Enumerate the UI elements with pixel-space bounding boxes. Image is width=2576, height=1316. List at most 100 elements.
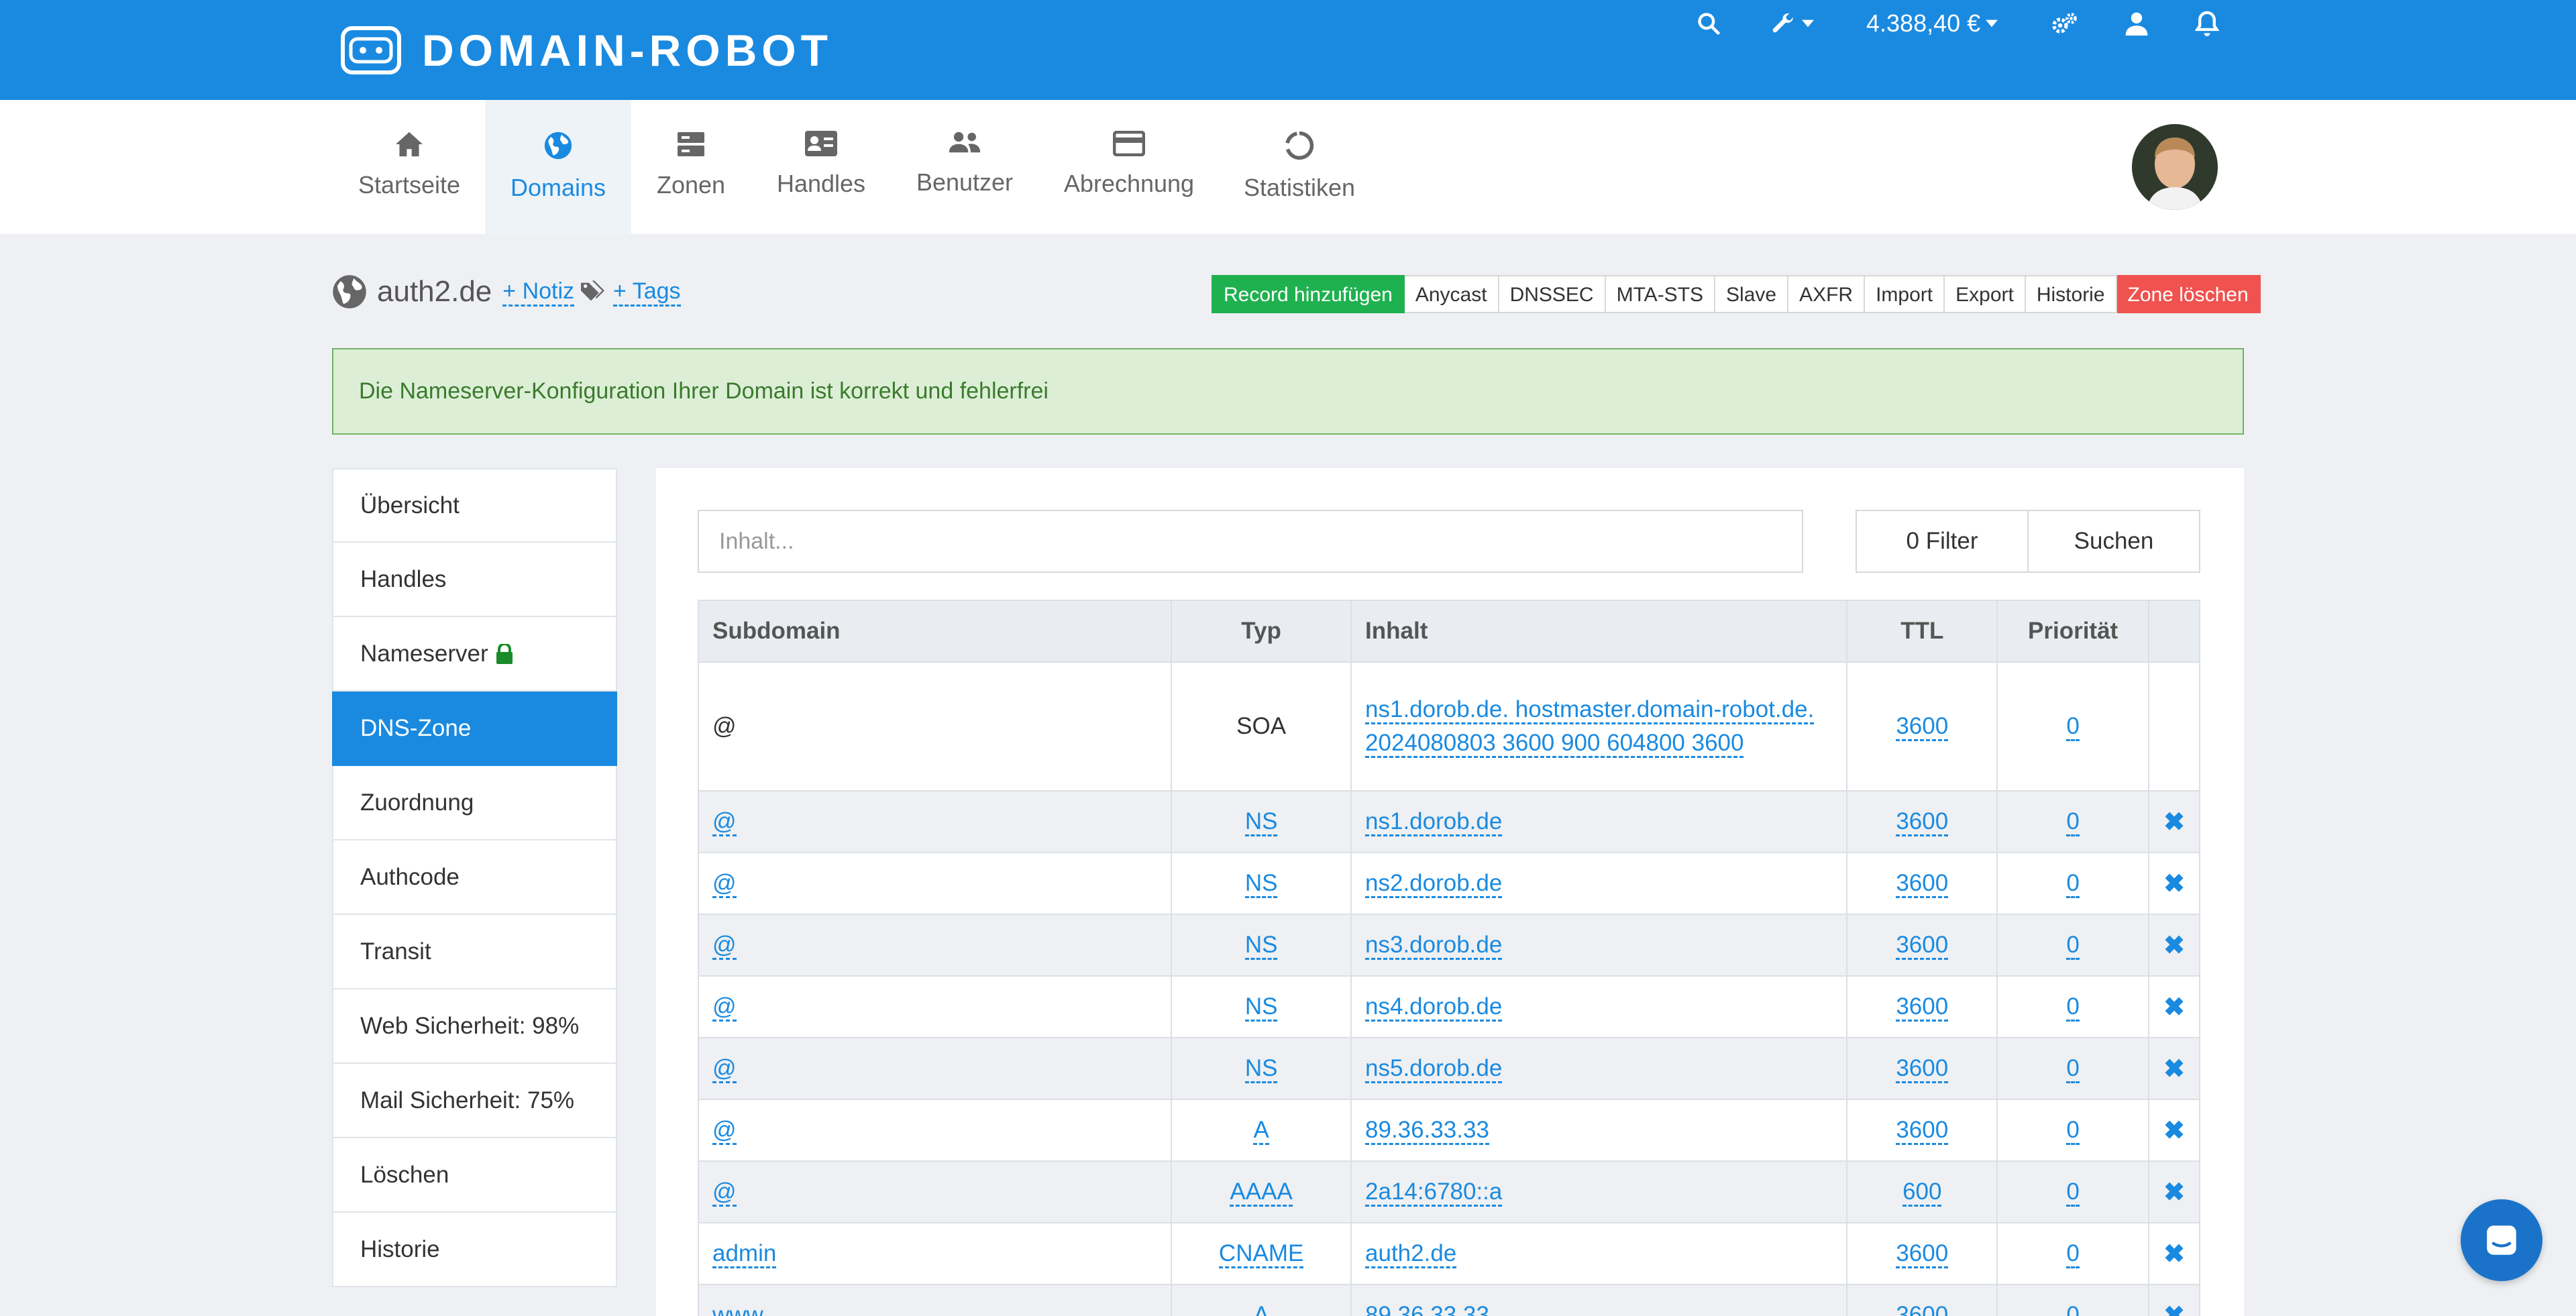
delete-zone-button[interactable]: Zone löschen: [2116, 275, 2261, 313]
record-subdomain[interactable]: @: [712, 932, 737, 960]
add-tags-link[interactable]: + Tags: [613, 278, 681, 307]
sidebar-item-uebersicht[interactable]: Übersicht: [332, 468, 617, 543]
sidebar-item-web-security[interactable]: Web Sicherheit: 98%: [332, 989, 617, 1064]
record-subdomain[interactable]: @: [712, 870, 737, 898]
delete-record-icon[interactable]: ✖: [2163, 1302, 2185, 1316]
record-priority[interactable]: 0: [2066, 1117, 2080, 1145]
record-ttl[interactable]: 3600: [1896, 1117, 1949, 1145]
nav-item-handles[interactable]: Handles: [758, 100, 884, 234]
delete-record-icon[interactable]: ✖: [2163, 932, 2185, 960]
record-type[interactable]: CNAME: [1218, 1240, 1304, 1268]
record-type[interactable]: NS: [1244, 808, 1278, 836]
export-button[interactable]: Export: [1945, 275, 2026, 313]
record-ttl[interactable]: 3600: [1896, 870, 1949, 898]
nav-item-zonen[interactable]: Zonen: [635, 100, 747, 234]
dnssec-button[interactable]: DNSSEC: [1499, 275, 1606, 313]
delete-record-icon[interactable]: ✖: [2163, 993, 2185, 1022]
delete-record-icon[interactable]: ✖: [2163, 808, 2185, 836]
nav-item-domains[interactable]: Domains: [485, 100, 631, 234]
record-content[interactable]: ns4.dorob.de: [1365, 993, 1503, 1022]
nav-item-benutzer[interactable]: Benutzer: [907, 100, 1022, 234]
sidebar-item-historie[interactable]: Historie: [332, 1213, 617, 1287]
record-subdomain[interactable]: admin: [712, 1240, 777, 1268]
record-content[interactable]: ns2.dorob.de: [1365, 870, 1503, 898]
record-ttl[interactable]: 3600: [1896, 713, 1949, 741]
record-priority[interactable]: 0: [2066, 713, 2080, 741]
mta-sts-button[interactable]: MTA-STS: [1605, 275, 1716, 313]
record-content[interactable]: ns5.dorob.de: [1365, 1055, 1503, 1083]
axfr-button[interactable]: AXFR: [1788, 275, 1866, 313]
record-type[interactable]: NS: [1244, 1055, 1278, 1083]
delete-record-icon[interactable]: ✖: [2163, 1117, 2185, 1145]
record-subdomain[interactable]: @: [712, 1178, 737, 1207]
record-content[interactable]: 2a14:6780::a: [1365, 1178, 1503, 1207]
sidebar-item-zuordnung[interactable]: Zuordnung: [332, 766, 617, 840]
user-account-button[interactable]: [2125, 0, 2148, 47]
record-content[interactable]: ns3.dorob.de: [1365, 932, 1503, 960]
record-ttl[interactable]: 3600: [1896, 1302, 1949, 1316]
content-search-input[interactable]: Inhalt...: [698, 510, 1803, 573]
record-priority[interactable]: 0: [2066, 1055, 2080, 1083]
column-header-typ[interactable]: Typ: [1171, 600, 1352, 663]
avatar[interactable]: [2132, 124, 2218, 210]
column-header-prioritaet[interactable]: Priorität: [1996, 600, 2150, 663]
record-priority[interactable]: 0: [2066, 932, 2080, 960]
record-subdomain[interactable]: www: [712, 1302, 763, 1316]
record-type[interactable]: NS: [1244, 870, 1278, 898]
record-priority[interactable]: 0: [2066, 870, 2080, 898]
filter-button[interactable]: 0 Filter: [1856, 510, 2029, 573]
column-header-inhalt[interactable]: Inhalt: [1350, 600, 1848, 663]
record-priority[interactable]: 0: [2066, 993, 2080, 1022]
nav-item-abrechnung[interactable]: Abrechnung: [1059, 100, 1199, 234]
record-subdomain[interactable]: @: [712, 993, 737, 1022]
balance-menu[interactable]: 4.388,40 €: [1866, 0, 1998, 47]
slave-button[interactable]: Slave: [1715, 275, 1789, 313]
record-type[interactable]: NS: [1244, 932, 1278, 960]
record-ttl[interactable]: 3600: [1896, 1240, 1949, 1268]
chat-launcher-button[interactable]: [2461, 1199, 2542, 1281]
record-priority[interactable]: 0: [2066, 1178, 2080, 1207]
record-content[interactable]: ns1.dorob.de. hostmaster.domain-robot.de…: [1365, 696, 1815, 758]
delete-record-icon[interactable]: ✖: [2163, 870, 2185, 898]
record-subdomain[interactable]: @: [712, 1117, 737, 1145]
tools-menu-button[interactable]: [1770, 0, 1814, 47]
record-priority[interactable]: 0: [2066, 808, 2080, 836]
record-subdomain[interactable]: @: [712, 808, 737, 836]
sidebar-item-loeschen[interactable]: Löschen: [332, 1138, 617, 1213]
history-button[interactable]: Historie: [2025, 275, 2117, 313]
anycast-button[interactable]: Anycast: [1404, 275, 1499, 313]
sidebar-item-authcode[interactable]: Authcode: [332, 840, 617, 915]
record-ttl[interactable]: 3600: [1896, 932, 1949, 960]
record-content[interactable]: 89.36.33.33: [1365, 1117, 1489, 1145]
sidebar-item-mail-security[interactable]: Mail Sicherheit: 75%: [332, 1064, 617, 1138]
record-ttl[interactable]: 3600: [1896, 1055, 1949, 1083]
sidebar-item-nameserver[interactable]: Nameserver: [332, 617, 617, 692]
column-header-subdomain[interactable]: Subdomain: [697, 600, 1173, 663]
record-type[interactable]: NS: [1244, 993, 1278, 1022]
record-ttl[interactable]: 600: [1902, 1178, 1942, 1207]
record-type[interactable]: AAAA: [1230, 1178, 1293, 1207]
column-header-ttl[interactable]: TTL: [1846, 600, 1998, 663]
record-type[interactable]: A: [1253, 1117, 1269, 1145]
notifications-button[interactable]: [2195, 0, 2219, 47]
sidebar-item-dns-zone[interactable]: DNS-Zone: [332, 692, 617, 766]
record-subdomain[interactable]: @: [712, 1055, 737, 1083]
nav-item-startseite[interactable]: Startseite: [342, 100, 476, 234]
sidebar-item-transit[interactable]: Transit: [332, 915, 617, 989]
record-content[interactable]: auth2.de: [1365, 1240, 1457, 1268]
record-type[interactable]: A: [1253, 1302, 1269, 1316]
add-record-button[interactable]: Record hinzufügen: [1212, 275, 1405, 313]
import-button[interactable]: Import: [1865, 275, 1945, 313]
search-button[interactable]: [1696, 0, 1721, 47]
delete-record-icon[interactable]: ✖: [2163, 1055, 2185, 1083]
add-note-link[interactable]: + Notiz: [502, 278, 575, 307]
logo[interactable]: DOMAIN-ROBOT: [340, 25, 833, 75]
sidebar-item-handles[interactable]: Handles: [332, 543, 617, 617]
record-content[interactable]: ns1.dorob.de: [1365, 808, 1503, 836]
nav-item-statistiken[interactable]: Statistiken: [1240, 100, 1359, 234]
record-priority[interactable]: 0: [2066, 1302, 2080, 1316]
record-ttl[interactable]: 3600: [1896, 808, 1949, 836]
record-content[interactable]: 89.36.33.33: [1365, 1302, 1489, 1316]
settings-button[interactable]: [2050, 0, 2078, 47]
search-button[interactable]: Suchen: [2027, 510, 2200, 573]
